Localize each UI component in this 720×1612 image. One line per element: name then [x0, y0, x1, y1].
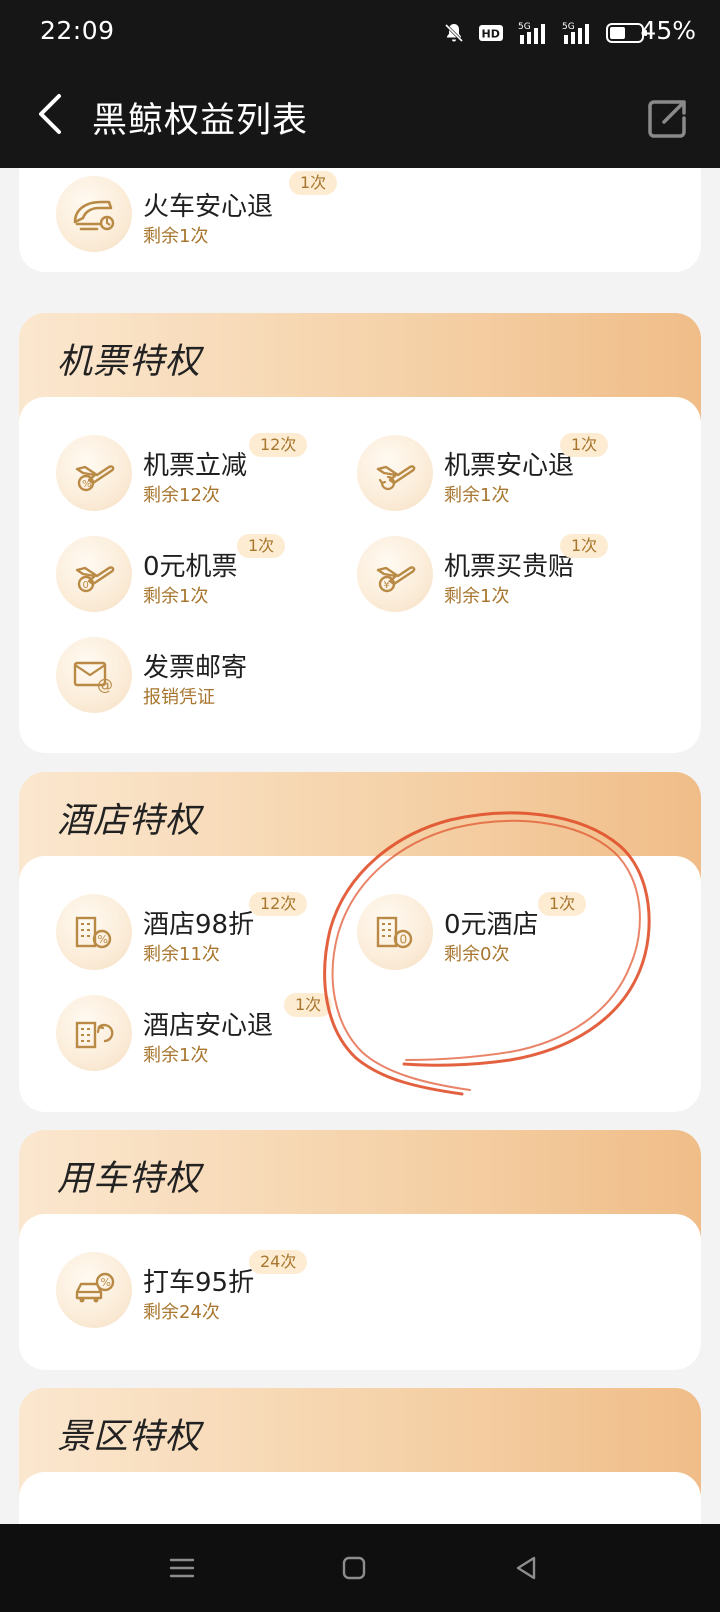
- benefit-name: 机票立减: [143, 451, 248, 481]
- back-triangle-icon: [510, 1556, 542, 1588]
- benefit-item-free-flight[interactable]: 0 0元机票 剩余1次 1次: [19, 534, 319, 616]
- benefit-remaining: 剩余1次: [143, 226, 209, 247]
- benefit-item-flight-discount[interactable]: % 机票立减 剩余12次 12次: [19, 433, 319, 515]
- section-title: 机票特权: [57, 342, 202, 382]
- benefit-name: 0元机票: [143, 552, 238, 582]
- count-badge: 12次: [249, 892, 308, 916]
- section-body: % 酒店98折 剩余11次 12次 0 0元酒店 剩余0次 1次 酒店安心退 剩…: [19, 856, 701, 1112]
- battery-percent: 45%: [640, 16, 696, 45]
- count-badge: 12次: [249, 433, 308, 457]
- system-nav-bar: [0, 1524, 720, 1612]
- bell-muted-icon: [442, 21, 466, 49]
- hotel-refund-icon: [56, 995, 132, 1071]
- app-header: 黑鲸权益列表: [0, 64, 720, 168]
- benefit-remaining: 剩余11次: [143, 944, 220, 965]
- section-hotel: 酒店特权 % 酒店98折 剩余11次 12次 0 0元酒店 剩余0次 1次 酒店…: [19, 772, 701, 1112]
- menu-button[interactable]: [166, 1552, 198, 1584]
- share-icon: [646, 100, 690, 144]
- benefit-name: 0元酒店: [444, 910, 539, 940]
- benefit-name: 火车安心退: [143, 192, 274, 222]
- benefit-remaining: 剩余1次: [143, 1045, 209, 1066]
- plane-refund-icon: [357, 435, 433, 511]
- menu-icon: [166, 1558, 198, 1588]
- benefit-name: 酒店安心退: [143, 1011, 274, 1041]
- svg-text:%: %: [101, 1276, 111, 1289]
- benefit-item-invoice-mail[interactable]: @ 发票邮寄 报销凭证: [19, 637, 319, 717]
- benefit-item-car-discount[interactable]: % 打车95折 剩余24次 24次: [19, 1250, 319, 1332]
- benefit-item-free-hotel[interactable]: 0 0元酒店 剩余0次 1次: [320, 892, 620, 974]
- benefit-item-hotel-discount[interactable]: % 酒店98折 剩余11次 12次: [19, 892, 319, 974]
- svg-text:0: 0: [400, 933, 408, 947]
- benefit-remaining: 剩余24次: [143, 1302, 220, 1323]
- section-title: 酒店特权: [57, 801, 202, 841]
- svg-text:HD: HD: [482, 28, 500, 41]
- plane-discount-icon: %: [56, 435, 132, 511]
- car-discount-icon: %: [56, 1252, 132, 1328]
- svg-text:5G: 5G: [518, 22, 531, 32]
- benefit-remaining: 剩余0次: [444, 944, 510, 965]
- home-square-icon: [338, 1556, 370, 1588]
- plane-free-icon: 0: [56, 536, 132, 612]
- benefit-name: 机票安心退: [444, 451, 575, 481]
- benefit-item-flight-price[interactable]: ¥ 机票买贵赔 剩余1次 1次: [320, 534, 620, 616]
- share-button[interactable]: [646, 96, 690, 140]
- count-badge: 1次: [237, 534, 286, 558]
- benefit-list[interactable]: 火车安心退 剩余1次 1次 机票特权 % 机票立减 剩余12次 12次 机票安心…: [0, 168, 720, 1524]
- benefit-name: 机票买贵赔: [444, 552, 575, 582]
- signal-5g-icon: 5G: [518, 20, 550, 50]
- section-body: % 机票立减 剩余12次 12次 机票安心退 剩余1次 1次 0 0元机票 剩余…: [19, 397, 701, 753]
- count-badge: 1次: [560, 534, 609, 558]
- svg-text:0: 0: [83, 580, 89, 591]
- plane-price-icon: ¥: [357, 536, 433, 612]
- benefit-name: 打车95折: [143, 1268, 255, 1298]
- svg-text:@: @: [97, 675, 113, 694]
- status-time: 22:09: [40, 16, 115, 45]
- count-badge: 1次: [538, 892, 587, 916]
- section-body: % 打车95折 剩余24次 24次: [19, 1214, 701, 1370]
- invoice-mail-icon: @: [56, 637, 132, 713]
- hd-icon: HD: [478, 22, 506, 48]
- section-title: 景区特权: [57, 1417, 202, 1457]
- back-nav-button[interactable]: [510, 1552, 542, 1584]
- hotel-free-icon: 0: [357, 894, 433, 970]
- section-body: [19, 1472, 701, 1524]
- section-car: 用车特权 % 打车95折 剩余24次 24次: [19, 1130, 701, 1370]
- benefit-name: 发票邮寄: [143, 653, 248, 683]
- train-card: 火车安心退 剩余1次 1次: [19, 168, 701, 272]
- page-title: 黑鲸权益列表: [92, 101, 309, 141]
- svg-text:%: %: [82, 479, 92, 490]
- status-icons: HD 5G 5G: [442, 20, 648, 50]
- back-button[interactable]: [28, 88, 72, 144]
- home-button[interactable]: [338, 1552, 370, 1584]
- benefit-remaining: 剩余12次: [143, 485, 220, 506]
- benefit-remaining: 报销凭证: [143, 687, 215, 708]
- benefit-remaining: 剩余1次: [444, 586, 510, 607]
- count-badge: 1次: [289, 171, 338, 195]
- status-bar: 22:09 HD 5G 5G 45%: [0, 0, 720, 64]
- section-scenic: 景区特权: [19, 1388, 701, 1524]
- section-flight: 机票特权 % 机票立减 剩余12次 12次 机票安心退 剩余1次 1次 0 0元…: [19, 313, 701, 753]
- train-icon: [56, 176, 132, 252]
- hotel-discount-icon: %: [56, 894, 132, 970]
- count-badge: 24次: [249, 1250, 308, 1274]
- svg-text:¥: ¥: [384, 580, 390, 591]
- signal-5g-icon: 5G: [562, 20, 594, 50]
- benefit-remaining: 剩余1次: [143, 586, 209, 607]
- benefit-remaining: 剩余1次: [444, 485, 510, 506]
- svg-text:5G: 5G: [562, 22, 575, 32]
- benefit-item-hotel-refund[interactable]: 酒店安心退 剩余1次 1次: [19, 993, 333, 1075]
- count-badge: 1次: [560, 433, 609, 457]
- chevron-left-icon: [35, 92, 65, 140]
- benefit-item-train-refund[interactable]: 火车安心退 剩余1次 1次: [19, 171, 338, 256]
- benefit-name: 酒店98折: [143, 910, 255, 940]
- benefit-item-flight-refund[interactable]: 机票安心退 剩余1次 1次: [320, 433, 620, 515]
- section-title: 用车特权: [57, 1159, 202, 1199]
- svg-text:%: %: [98, 933, 108, 946]
- count-badge: 1次: [284, 993, 333, 1017]
